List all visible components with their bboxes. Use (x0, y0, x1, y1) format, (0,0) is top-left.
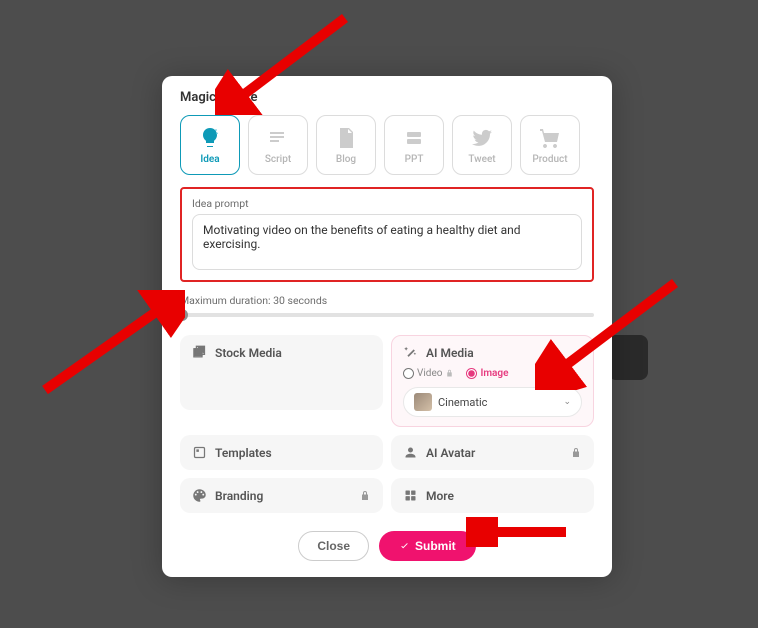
stock-icon (192, 345, 207, 360)
duration-label: Maximum duration: 30 seconds (180, 294, 594, 307)
option-label: AI Media (426, 346, 474, 360)
radio-image[interactable]: Image (466, 368, 508, 379)
background-panel (608, 335, 648, 380)
submit-button[interactable]: Submit (379, 531, 476, 561)
grid-icon (403, 488, 418, 503)
radio-video[interactable]: Video (403, 368, 454, 379)
tab-script[interactable]: Script (248, 115, 308, 175)
option-stock-media[interactable]: Stock Media (180, 335, 383, 410)
chevron-down-icon: ⌄ (563, 397, 571, 407)
option-label: Branding (215, 489, 263, 503)
tab-label: Tweet (468, 154, 495, 165)
option-label: Templates (215, 446, 272, 460)
duration-slider[interactable] (180, 313, 594, 317)
templates-icon (192, 445, 207, 460)
tab-idea[interactable]: Idea (180, 115, 240, 175)
style-swatch (414, 393, 432, 411)
option-label: Stock Media (215, 346, 282, 360)
lock-icon (445, 369, 454, 378)
dropdown-value: Cinematic (438, 396, 487, 409)
prompt-input[interactable] (192, 214, 582, 270)
cart-icon (538, 126, 562, 150)
blog-icon (334, 126, 358, 150)
slider-thumb[interactable] (176, 309, 188, 321)
tab-ppt[interactable]: PPT (384, 115, 444, 175)
style-dropdown[interactable]: Cinematic ⌄ (403, 387, 582, 417)
check-icon (399, 541, 410, 552)
tab-row: Idea Script Blog PPT Tweet Product (180, 115, 594, 175)
tweet-icon (470, 126, 494, 150)
option-ai-avatar[interactable]: AI Avatar (391, 435, 594, 470)
avatar-icon (403, 445, 418, 460)
option-label: More (426, 489, 454, 503)
script-icon (266, 126, 290, 150)
option-branding[interactable]: Branding (180, 478, 383, 513)
wand-icon (403, 345, 418, 360)
close-button[interactable]: Close (298, 531, 369, 561)
option-more[interactable]: More (391, 478, 594, 513)
lightbulb-icon (198, 126, 222, 150)
button-row: Close Submit (180, 531, 594, 561)
option-ai-media[interactable]: AI Media Video Image Cinematic ⌄ (391, 335, 594, 427)
tab-product[interactable]: Product (520, 115, 580, 175)
tab-label: Script (265, 154, 291, 165)
lock-icon (570, 447, 582, 459)
prompt-label: Idea prompt (192, 197, 582, 210)
option-label: AI Avatar (426, 446, 475, 460)
option-templates[interactable]: Templates (180, 435, 383, 470)
ppt-icon (402, 126, 426, 150)
tab-label: Idea (200, 154, 219, 165)
tab-label: Blog (336, 154, 356, 165)
modal-title: Magic Create (180, 90, 594, 105)
options-grid: Stock Media AI Media Video Image (180, 335, 594, 513)
lock-icon (359, 490, 371, 502)
tab-label: Product (532, 154, 567, 165)
tab-blog[interactable]: Blog (316, 115, 376, 175)
palette-icon (192, 488, 207, 503)
magic-create-modal: Magic Create Idea Script Blog PPT Tweet (162, 76, 612, 577)
tab-label: PPT (405, 154, 424, 165)
tab-tweet[interactable]: Tweet (452, 115, 512, 175)
prompt-section: Idea prompt (180, 187, 594, 282)
